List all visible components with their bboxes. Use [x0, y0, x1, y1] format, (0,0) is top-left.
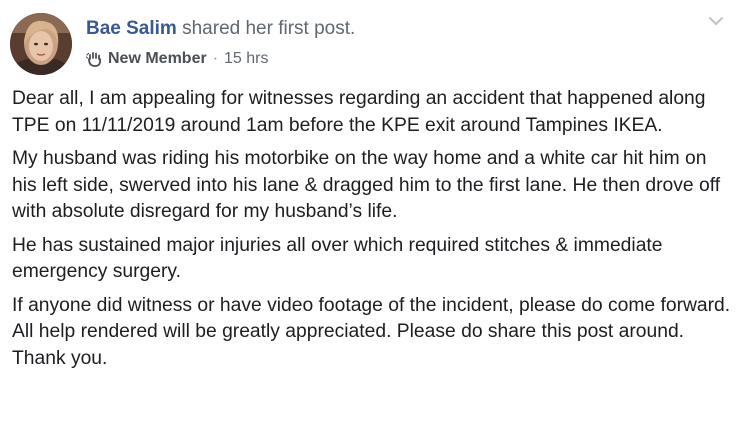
meta-separator: · [212, 50, 219, 67]
post-paragraph: He has sustained major injuries all over… [12, 234, 663, 283]
avatar[interactable] [10, 13, 72, 75]
post-action-text: shared her first post. [182, 18, 356, 39]
post-card: Bae Salim shared her first post. New Mem… [0, 0, 741, 426]
post-paragraph: If anyone did witness or have video foot… [12, 294, 731, 369]
wave-hand-icon [85, 50, 104, 68]
post-paragraph: My husband was riding his motorbike on t… [12, 148, 721, 222]
post-body: Dear all, I am appealing for witnesses r… [12, 86, 732, 379]
post-meta: New Member · 15 hrs [85, 47, 269, 71]
post-timestamp[interactable]: 15 hrs [224, 47, 268, 71]
member-badge-label[interactable]: New Member [108, 47, 207, 71]
post-header: Bae Salim shared her first post. [86, 16, 355, 42]
chevron-down-icon[interactable] [706, 14, 726, 28]
author-name-link[interactable]: Bae Salim [86, 18, 177, 39]
post-paragraph: Dear all, I am appealing for witnesses r… [12, 88, 706, 136]
